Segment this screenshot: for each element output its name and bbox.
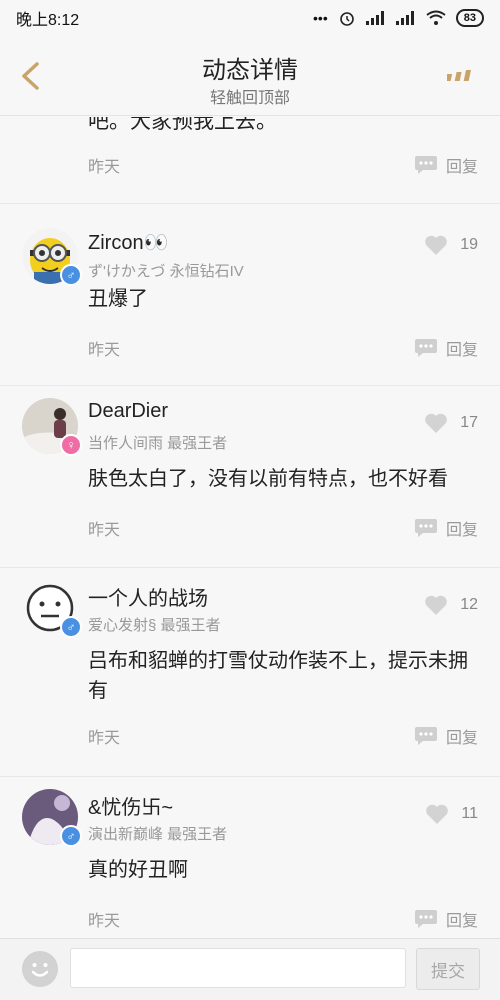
heart-icon — [425, 413, 448, 433]
comment-time: 昨天 — [88, 913, 121, 930]
more-icon — [447, 70, 471, 81]
comment-meta: 昨天 回复 — [88, 907, 478, 931]
reply-label: 回复 — [445, 913, 478, 930]
navbar: 动态详情 轻触回顶部 — [0, 36, 500, 116]
reply-button[interactable]: 回复 — [414, 153, 478, 177]
comment-item: ♂ 一个人的战场 爱心发射§ 最强王者 12 吕布和貂蝉的打雪仗动作装不上，提示… — [0, 568, 500, 777]
comment-text: 吧。大家预我上去。 — [88, 117, 277, 133]
heart-icon — [425, 235, 448, 255]
comment-text: 肤色太白了，没有以前有特点，也不好看 — [88, 468, 448, 490]
alarm-icon — [339, 12, 354, 26]
status-icons: ••• 83 — [313, 9, 484, 27]
comment-meta: 昨天 回复 — [88, 724, 478, 748]
submit-button[interactable]: 提交 — [416, 948, 480, 990]
reply-button[interactable]: 回复 — [414, 907, 478, 931]
male-gender-icon: ♂ — [60, 264, 82, 286]
chat-bubble-icon — [414, 339, 437, 357]
username[interactable]: &忧伤卐~ — [88, 791, 173, 820]
comment-meta: 昨天 回复 — [88, 516, 478, 540]
female-gender-icon: ♀ — [60, 434, 82, 456]
chat-bubble-icon — [414, 519, 437, 537]
heart-icon — [426, 804, 449, 824]
heart-icon — [425, 595, 448, 615]
username[interactable]: Zircon👀 — [88, 230, 168, 255]
male-gender-icon: ♂ — [60, 825, 82, 847]
reply-label: 回复 — [445, 730, 478, 747]
battery-icon: 83 — [455, 9, 484, 27]
like-button[interactable]: 19 — [424, 234, 478, 256]
status-time: 晚上8:12 — [16, 12, 80, 29]
comment-item: ♀ DearDier 当作人间雨 最强王者 17 肤色太白了，没有以前有特点，也… — [0, 386, 500, 568]
like-count: 11 — [461, 805, 478, 822]
status-bar: 晚上8:12 ••• 83 — [0, 0, 500, 36]
comment-meta: 昨天 回复 — [88, 336, 478, 360]
chat-bubble-icon — [414, 727, 437, 745]
comment-item-partial: 吧。大家预我上去。 昨天 回复 — [0, 117, 500, 204]
like-button[interactable]: 12 — [424, 594, 478, 616]
page-title[interactable]: 动态详情 — [0, 50, 500, 85]
reply-button[interactable]: 回复 — [414, 336, 478, 360]
user-signature: 演出新巅峰 最强王者 — [88, 826, 228, 843]
comment-time: 昨天 — [88, 522, 121, 539]
comment-time: 昨天 — [88, 159, 121, 176]
like-count: 12 — [460, 596, 478, 613]
signal-icon — [365, 11, 384, 25]
more-button[interactable] — [440, 56, 480, 96]
reply-button[interactable]: 回复 — [414, 724, 478, 748]
comment-time: 昨天 — [88, 730, 121, 747]
signal-icon-2 — [395, 11, 414, 25]
page-subtitle[interactable]: 轻触回顶部 — [0, 84, 500, 108]
male-gender-icon: ♂ — [60, 616, 82, 638]
comment-meta: 昨天 回复 — [88, 153, 478, 177]
comment-feed[interactable]: 吧。大家预我上去。 昨天 回复 ♂ Zircon👀 ず'けかえづ 永恒钻石IV … — [0, 117, 500, 939]
reply-label: 回复 — [445, 342, 478, 359]
like-button[interactable]: 11 — [425, 803, 478, 825]
reply-button[interactable]: 回复 — [414, 516, 478, 540]
smiley-icon — [23, 952, 57, 986]
like-count: 17 — [460, 414, 478, 431]
wifi-icon — [426, 10, 446, 25]
emoji-button[interactable] — [22, 951, 58, 987]
reply-label: 回复 — [445, 159, 478, 176]
comment-text: 丑爆了 — [88, 288, 148, 310]
comment-text: 真的好丑啊 — [88, 859, 188, 881]
username[interactable]: 一个人的战场 — [88, 582, 208, 611]
like-count: 19 — [460, 236, 478, 253]
chat-bubble-icon — [414, 910, 437, 928]
reply-label: 回复 — [445, 522, 478, 539]
comment-item: ♂ &忧伤卐~ 演出新巅峰 最强王者 11 真的好丑啊 昨天 回复 — [0, 777, 500, 939]
comment-item: ♂ Zircon👀 ず'けかえづ 永恒钻石IV 19 丑爆了 昨天 回复 — [0, 204, 500, 386]
dots-icon: ••• — [313, 10, 328, 26]
comment-input-bar: 提交 — [0, 938, 500, 1000]
username[interactable]: DearDier — [88, 400, 168, 423]
user-signature: 爱心发射§ 最强王者 — [88, 617, 221, 634]
comment-text: 吕布和貂蝉的打雪仗动作装不上，提示未拥有 — [88, 650, 468, 702]
user-signature: ず'けかえづ 永恒钻石IV — [88, 263, 244, 280]
user-signature: 当作人间雨 最强王者 — [88, 435, 228, 452]
chat-bubble-icon — [414, 156, 437, 174]
like-button[interactable]: 17 — [424, 412, 478, 434]
comment-input[interactable] — [70, 948, 406, 988]
comment-time: 昨天 — [88, 342, 121, 359]
